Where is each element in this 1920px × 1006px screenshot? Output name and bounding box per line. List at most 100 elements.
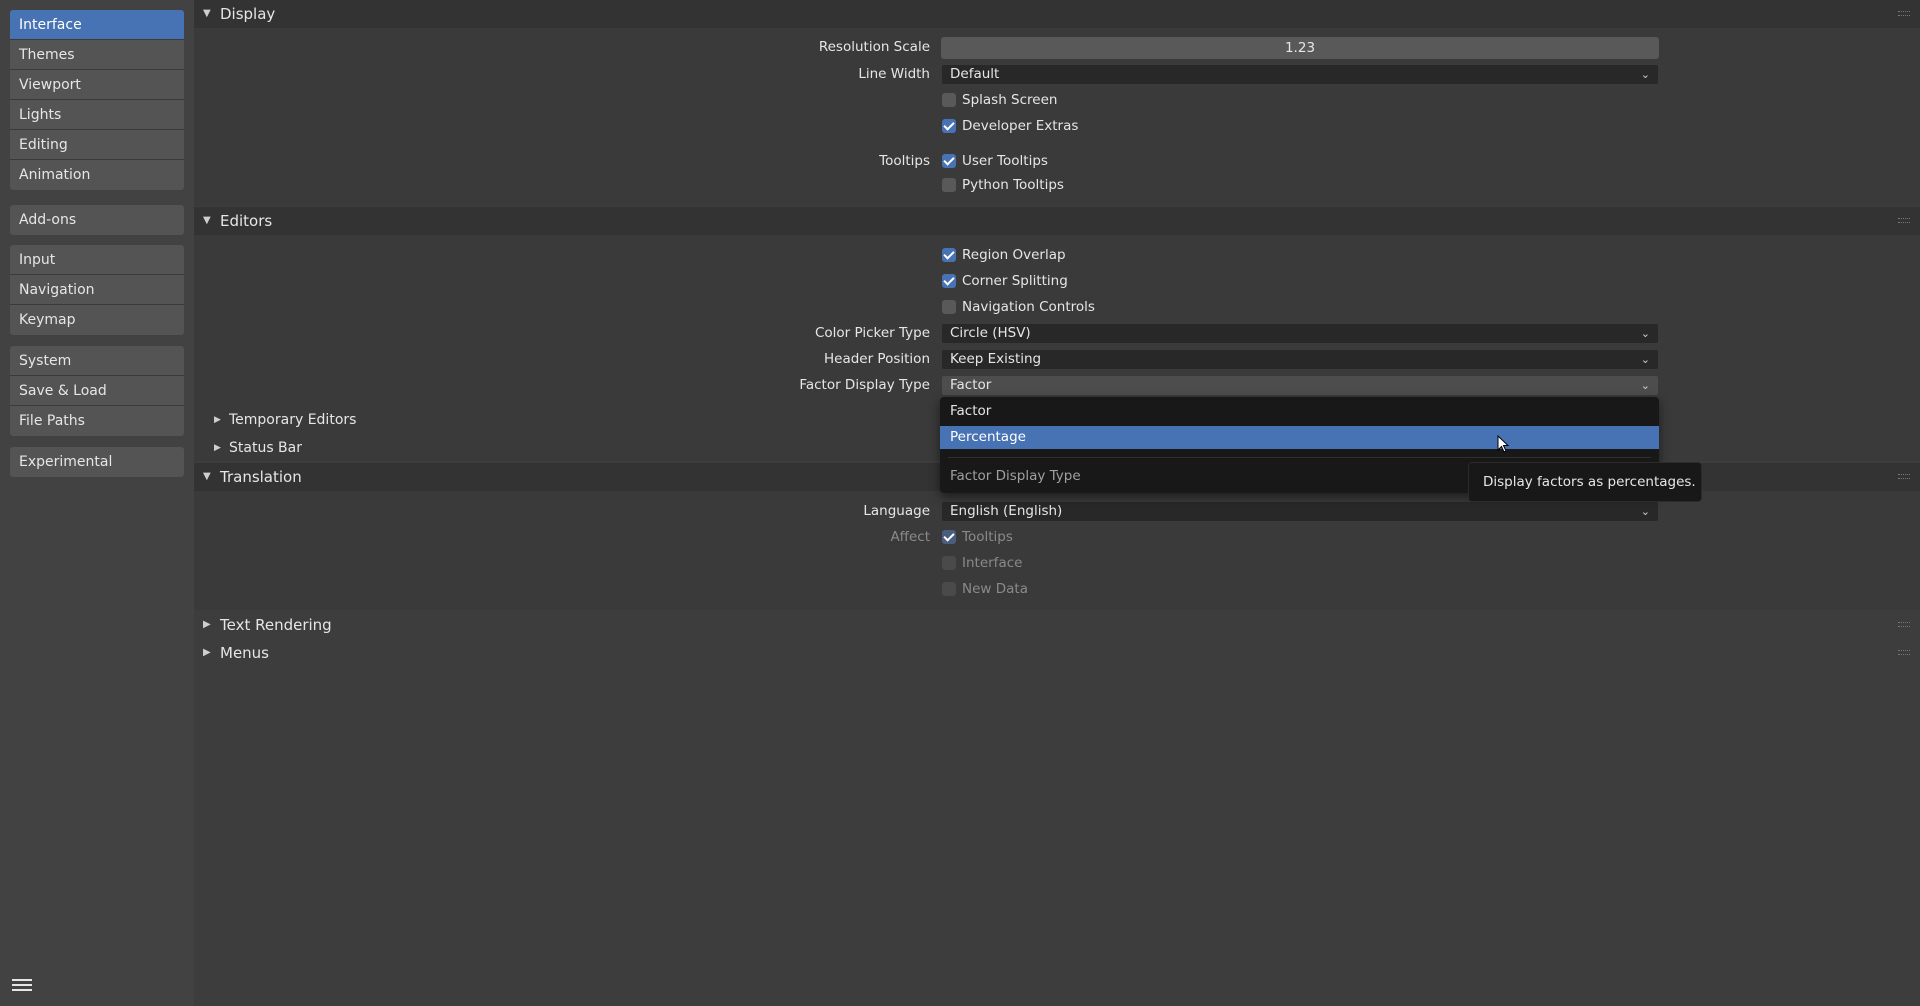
display-panel: ▼ Display Resolution Scale 1.23 Line Wid… [194,0,1920,206]
nav-group-experimental: Experimental [10,447,184,477]
checkbox-box [942,582,956,596]
splash-screen-checkbox[interactable]: Splash Screen [941,90,1057,110]
user-tooltips-label: User Tooltips [962,153,1048,169]
status-bar-subpanel[interactable]: ▶ Status Bar [208,436,302,460]
drag-grip-icon[interactable] [1898,650,1910,655]
menu-title: Factor Display Type [950,468,1081,484]
drag-grip-icon[interactable] [1898,218,1910,223]
drag-grip-icon[interactable] [1898,11,1910,16]
status-bar-label: Status Bar [229,440,303,456]
factor-display-type-value: Factor [950,377,992,393]
checkbox-box [942,274,956,288]
mouse-cursor-icon [1497,435,1510,453]
color-picker-type-dropdown[interactable]: Circle (HSV) ⌄ [941,323,1659,344]
sidebar-item-interface[interactable]: Interface [10,10,184,40]
affect-tooltips-label: Tooltips [962,529,1013,545]
preferences-sidebar: Interface Themes Viewport Lights Editing… [0,0,194,1006]
editors-panel-title: Editors [220,212,273,230]
collapsed-triangle-icon: ▶ [203,647,211,658]
nav-group-system: System Save & Load File Paths [10,346,184,436]
checkbox-box [942,154,956,168]
affect-new-data-label: New Data [962,581,1028,597]
sidebar-item-animation[interactable]: Animation [10,160,184,190]
line-width-value: Default [950,66,1000,82]
header-position-label: Header Position [823,351,930,367]
python-tooltips-label: Python Tooltips [962,177,1064,193]
sidebar-item-add-ons[interactable]: Add-ons [10,205,184,235]
language-label: Language [863,503,930,519]
expanded-triangle-icon: ▼ [203,8,211,19]
user-tooltips-checkbox[interactable]: User Tooltips [941,151,1048,171]
sidebar-item-save-load[interactable]: Save & Load [10,376,184,406]
display-panel-title: Display [220,5,276,23]
developer-extras-checkbox[interactable]: Developer Extras [941,116,1078,136]
text-rendering-panel-header[interactable]: ▶ Text Rendering [194,611,1920,639]
checkbox-box [942,556,956,570]
expanded-triangle-icon: ▼ [203,215,211,226]
splash-screen-label: Splash Screen [962,92,1058,108]
sidebar-item-experimental[interactable]: Experimental [10,447,184,477]
sidebar-item-input[interactable]: Input [10,245,184,275]
python-tooltips-checkbox[interactable]: Python Tooltips [941,175,1064,195]
checkbox-box [942,248,956,262]
developer-extras-label: Developer Extras [962,118,1079,134]
sidebar-item-themes[interactable]: Themes [10,40,184,70]
resolution-scale-field[interactable]: 1.23 [941,37,1659,59]
nav-group-general: Interface Themes Viewport Lights Editing… [10,10,184,190]
header-position-value: Keep Existing [950,351,1042,367]
checkbox-box [942,93,956,107]
chevron-down-icon: ⌄ [1640,505,1650,518]
sidebar-item-editing[interactable]: Editing [10,130,184,160]
line-width-dropdown[interactable]: Default ⌄ [941,64,1659,85]
menus-panel-header[interactable]: ▶ Menus [194,639,1920,667]
editors-panel-header[interactable]: ▼ Editors [194,207,1920,235]
affect-new-data-checkbox[interactable]: New Data [941,579,1028,599]
nav-group-addons: Add-ons [10,205,184,235]
tooltip: Display factors as percentages. [1468,462,1702,502]
affect-tooltips-checkbox[interactable]: Tooltips [941,527,1013,547]
affect-interface-checkbox[interactable]: Interface [941,553,1022,573]
drag-grip-icon[interactable] [1898,474,1910,479]
temporary-editors-label: Temporary Editors [229,412,357,428]
factor-display-type-dropdown[interactable]: Factor ⌄ [941,375,1659,396]
collapsed-triangle-icon: ▶ [214,443,221,453]
chevron-down-icon: ⌄ [1640,327,1650,340]
text-rendering-title: Text Rendering [220,616,332,634]
region-overlap-checkbox[interactable]: Region Overlap [941,245,1066,265]
resolution-scale-label: Resolution Scale [818,39,930,55]
preferences-main: ▼ Display Resolution Scale 1.23 Line Wid… [194,0,1920,1006]
chevron-down-icon: ⌄ [1640,68,1650,81]
affect-label: Affect [890,529,930,545]
collapsed-triangle-icon: ▶ [203,619,211,630]
menu-item-factor[interactable]: Factor [940,400,1659,423]
menu-item-percentage[interactable]: Percentage [940,426,1659,449]
sidebar-item-keymap[interactable]: Keymap [10,305,184,335]
display-panel-header[interactable]: ▼ Display [194,0,1920,28]
corner-splitting-checkbox[interactable]: Corner Splitting [941,271,1068,291]
checkbox-box [942,300,956,314]
temporary-editors-subpanel[interactable]: ▶ Temporary Editors [208,408,356,432]
sidebar-item-system[interactable]: System [10,346,184,376]
menu-separator [948,457,1651,458]
expanded-triangle-icon: ▼ [203,471,211,482]
affect-interface-label: Interface [962,555,1023,571]
preferences-window: Interface Themes Viewport Lights Editing… [0,0,1920,1006]
language-dropdown[interactable]: English (English) ⌄ [941,501,1659,522]
header-position-dropdown[interactable]: Keep Existing ⌄ [941,349,1659,370]
language-value: English (English) [950,503,1063,519]
sidebar-item-file-paths[interactable]: File Paths [10,406,184,436]
translation-panel-title: Translation [220,468,302,486]
sidebar-item-navigation[interactable]: Navigation [10,275,184,305]
sidebar-item-lights[interactable]: Lights [10,100,184,130]
hamburger-menu-icon[interactable] [12,976,32,994]
drag-grip-icon[interactable] [1898,622,1910,627]
checkbox-box [942,119,956,133]
chevron-down-icon: ⌄ [1640,353,1650,366]
navigation-controls-checkbox[interactable]: Navigation Controls [941,297,1095,317]
color-picker-type-value: Circle (HSV) [950,325,1031,341]
sidebar-item-viewport[interactable]: Viewport [10,70,184,100]
chevron-down-icon: ⌄ [1640,379,1650,392]
collapsed-triangle-icon: ▶ [214,415,221,425]
nav-group-input: Input Navigation Keymap [10,245,184,335]
factor-display-type-label: Factor Display Type [799,377,930,393]
